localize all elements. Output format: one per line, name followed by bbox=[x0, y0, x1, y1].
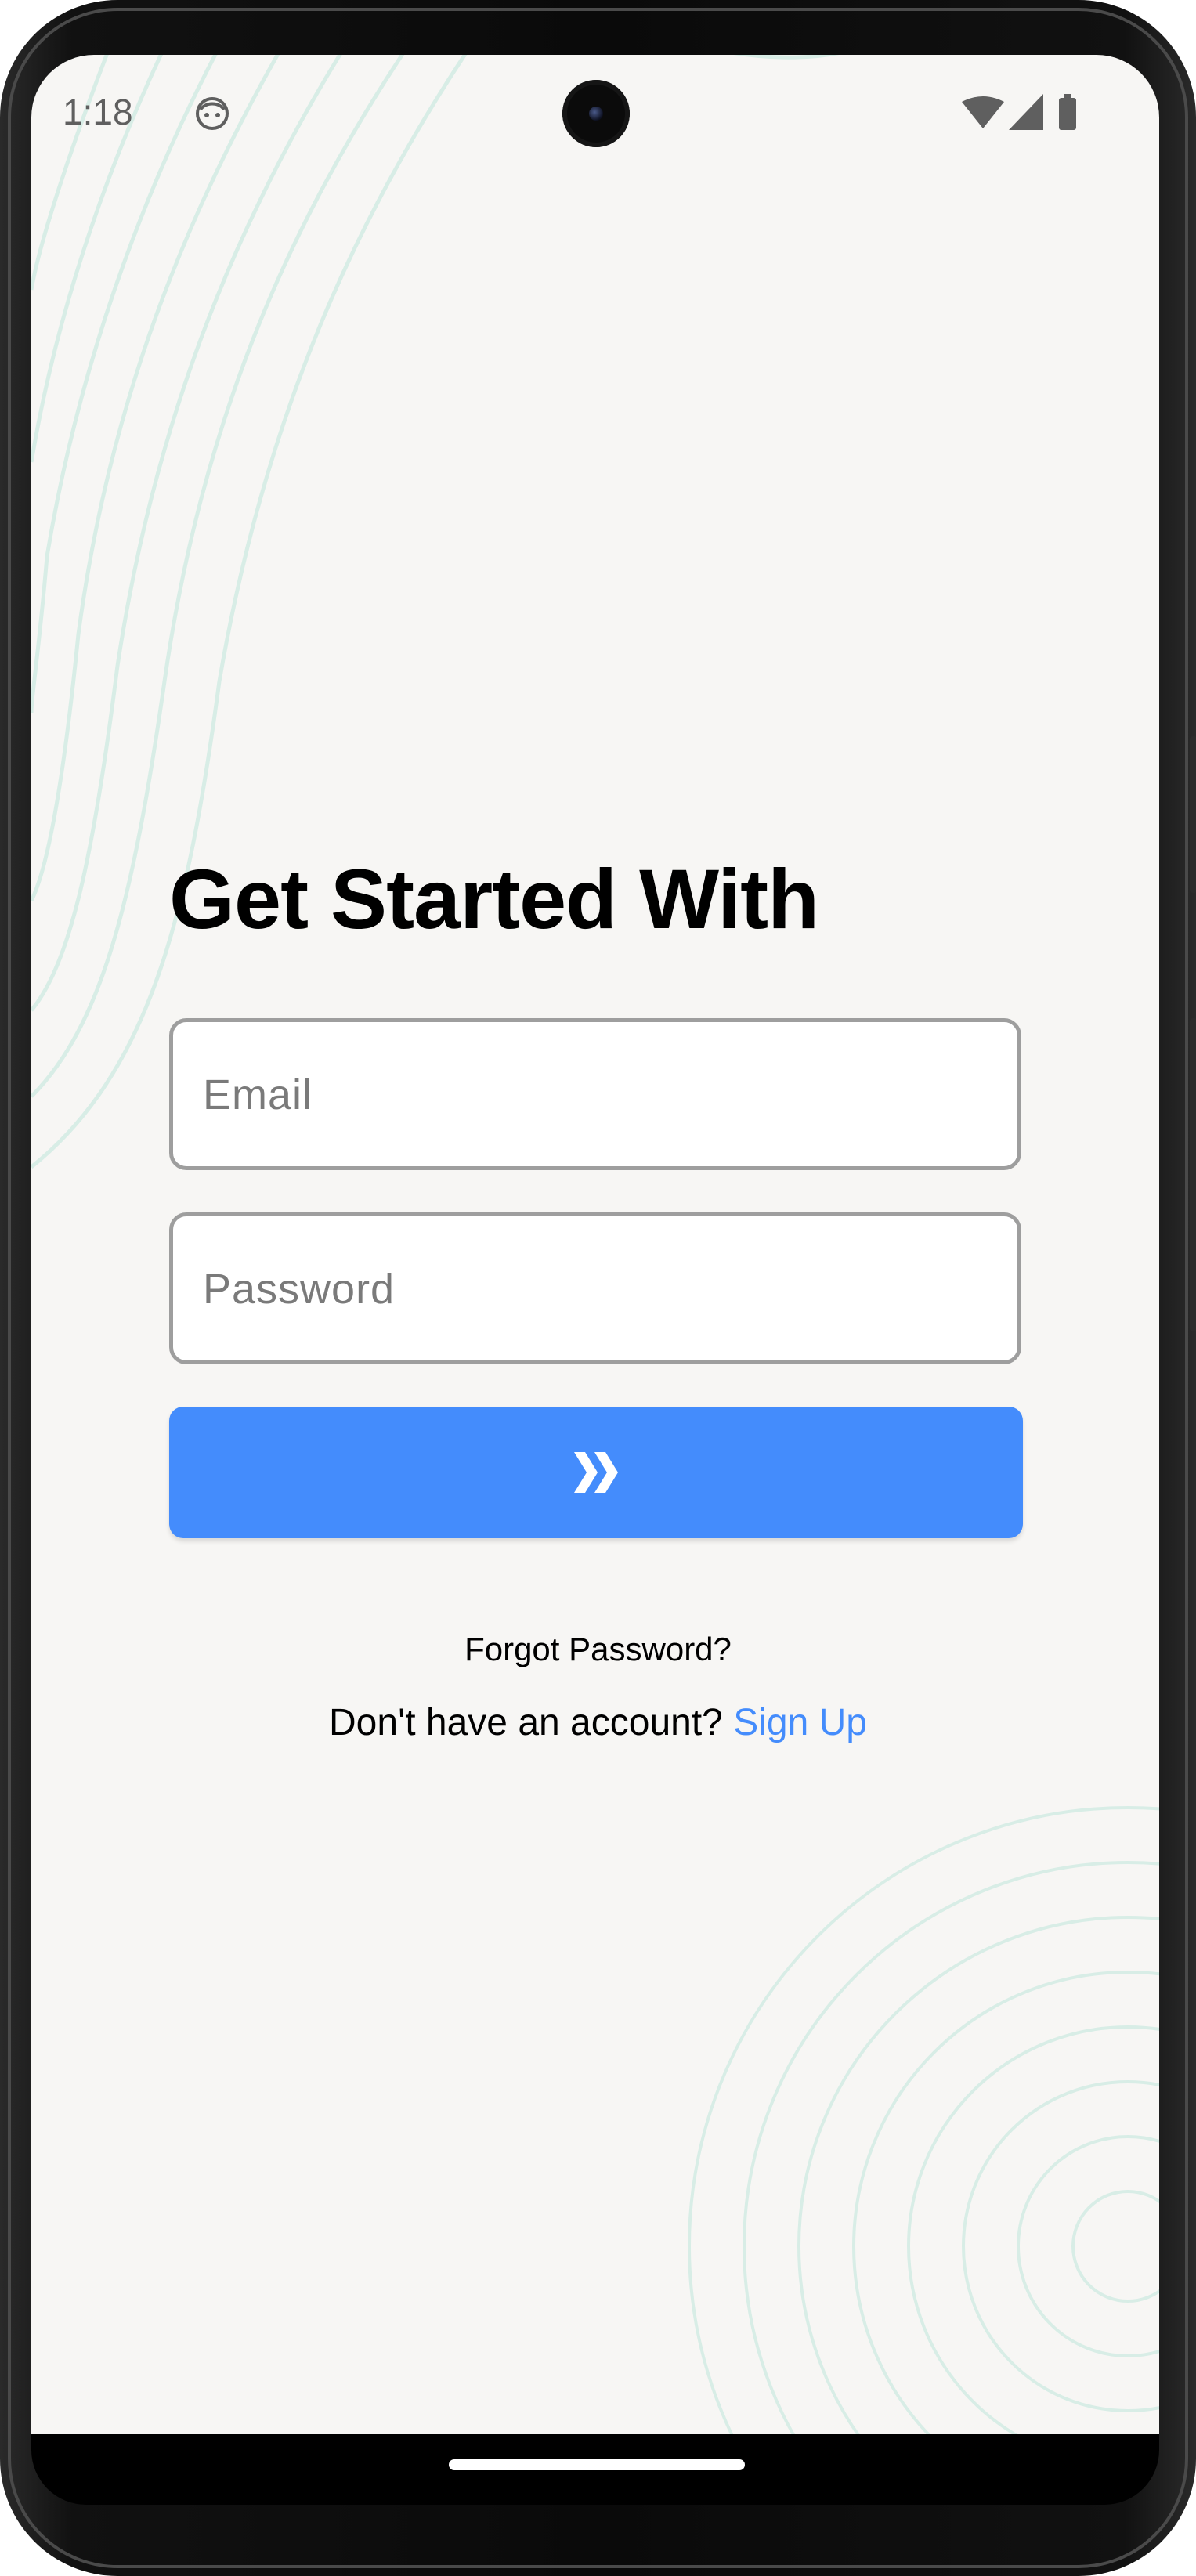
power-button bbox=[1190, 736, 1196, 893]
home-indicator[interactable] bbox=[449, 2459, 745, 2470]
signal-icon bbox=[1009, 94, 1043, 130]
signup-prompt: Don't have an account? bbox=[329, 1702, 723, 1743]
status-right-icons bbox=[962, 94, 1076, 130]
password-field[interactable] bbox=[169, 1212, 1021, 1364]
email-field[interactable] bbox=[169, 1018, 1021, 1170]
concentric-decoration bbox=[688, 1806, 1159, 2436]
double-chevron-right-icon bbox=[574, 1452, 618, 1493]
password-input[interactable] bbox=[201, 1216, 988, 1362]
email-input[interactable] bbox=[201, 1022, 988, 1168]
signup-row: Don't have an account? Sign Up bbox=[0, 1701, 1196, 1744]
page-title: Get Started With bbox=[169, 851, 819, 946]
volume-button bbox=[1190, 1018, 1196, 1331]
forgot-password-link[interactable]: Forgot Password? bbox=[0, 1631, 1196, 1668]
submit-button[interactable] bbox=[169, 1407, 1023, 1538]
face-icon bbox=[196, 97, 229, 130]
signup-link[interactable]: Sign Up bbox=[733, 1702, 867, 1743]
wifi-icon bbox=[962, 96, 1004, 128]
battery-icon bbox=[1059, 94, 1076, 130]
front-camera bbox=[562, 80, 630, 147]
status-time: 1:18 bbox=[63, 92, 133, 132]
